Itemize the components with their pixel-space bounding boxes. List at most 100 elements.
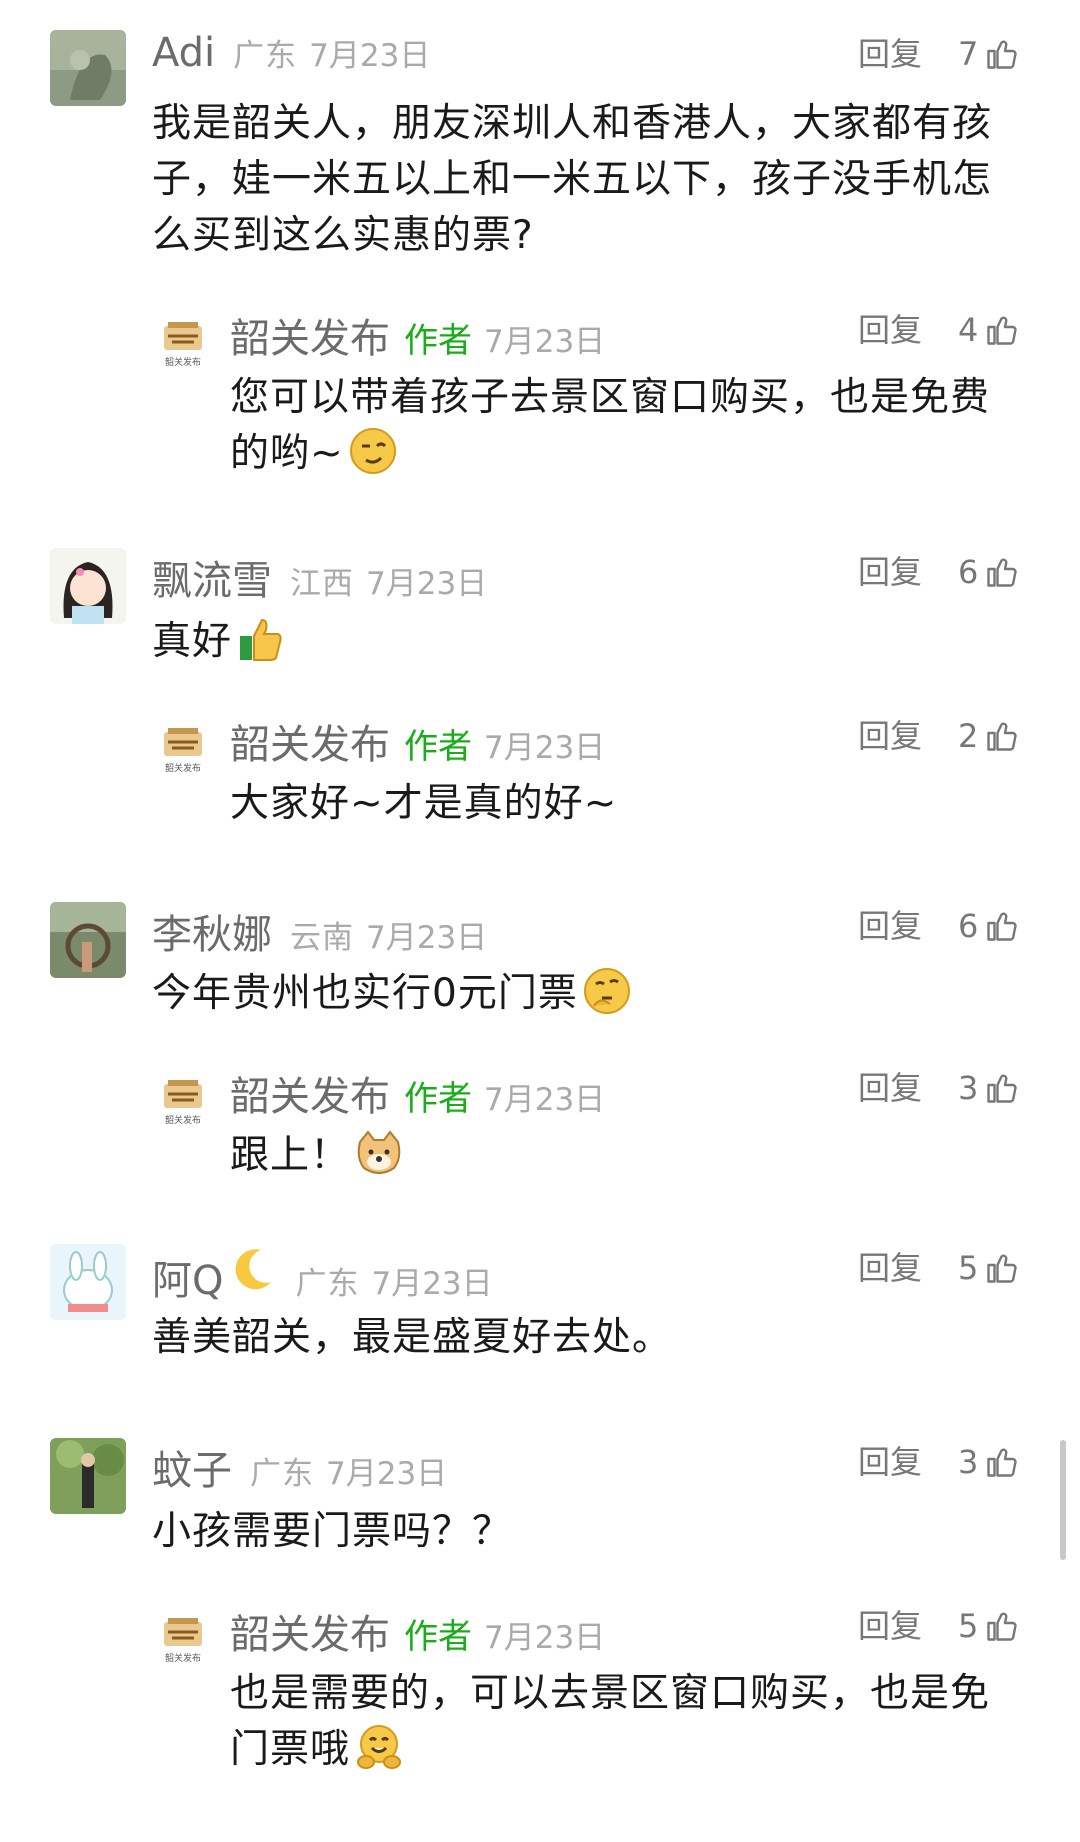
- thumbs-up-icon: [987, 316, 1017, 345]
- author-badge: 作者: [404, 727, 472, 767]
- thumbs-up-icon: [987, 1074, 1017, 1103]
- reply-line: 大家好~才是真的好~: [230, 781, 618, 826]
- like-button[interactable]: 6: [958, 904, 1020, 948]
- comment-text: 真好: [152, 614, 1032, 670]
- comment-date: 7月23日: [366, 920, 488, 956]
- thumbs-up-icon: [987, 1448, 1017, 1477]
- author-avatar[interactable]: 韶关发布: [158, 1076, 208, 1136]
- moon-emoji-icon: [227, 1244, 277, 1294]
- author-logo-caption: 韶关发布: [164, 1116, 201, 1126]
- comment-line: 小孩需要门票吗？？: [152, 1509, 513, 1554]
- like-count: 3: [958, 1069, 979, 1107]
- hug-emoji-icon: [354, 1722, 404, 1772]
- thumbs-up-icon: [987, 912, 1017, 941]
- reply-header: 韶关发布 作者 7月23日: [230, 306, 606, 362]
- thumbs-up-icon: [987, 1612, 1017, 1641]
- reply-text: 您可以带着孩子去景区窗口购买，也是免费 的哟~: [230, 370, 1030, 482]
- reply-date: 7月23日: [484, 1082, 606, 1118]
- reply-header: 韶关发布 作者 7月23日: [230, 1064, 606, 1120]
- wink-emoji-icon: [348, 426, 398, 476]
- shaoguan-logo-icon: [164, 1080, 202, 1108]
- author-badge: 作者: [404, 1079, 472, 1119]
- reply-date: 7月23日: [484, 1620, 606, 1656]
- comment-header: 阿Q 广东 7月23日: [152, 1244, 493, 1304]
- thumbs-up-emoji-icon: [236, 614, 286, 664]
- reply-button[interactable]: 回复: [858, 550, 922, 594]
- reply-button[interactable]: 回复: [858, 1246, 922, 1290]
- like-button[interactable]: 3: [958, 1440, 1020, 1484]
- avatar-liqiuna[interactable]: [50, 902, 126, 978]
- reply-line: 跟上！: [230, 1133, 351, 1178]
- reply-header: 韶关发布 作者 7月23日: [230, 1602, 606, 1658]
- comment-date: 7月23日: [371, 1266, 493, 1302]
- reply-date: 7月23日: [484, 730, 606, 766]
- reply-button[interactable]: 回复: [858, 714, 922, 758]
- reply-button[interactable]: 回复: [858, 1066, 922, 1110]
- reply-line: 门票哦: [230, 1727, 351, 1772]
- replier-name[interactable]: 韶关发布: [230, 1064, 390, 1122]
- avatar-piaoliuxue[interactable]: [50, 548, 126, 624]
- commenter-location: 云南: [290, 920, 354, 956]
- replier-name[interactable]: 韶关发布: [230, 306, 390, 364]
- comment-date: 7月23日: [309, 38, 431, 74]
- comment-line: 子，娃一米五以上和一米五以下，孩子没手机怎: [152, 157, 993, 202]
- like-count: 3: [958, 1443, 979, 1481]
- commenter-name[interactable]: Adi: [152, 30, 215, 76]
- like-count: 5: [958, 1607, 979, 1645]
- replier-name[interactable]: 韶关发布: [230, 712, 390, 770]
- commenter-location: 广东: [295, 1266, 360, 1302]
- like-button[interactable]: 5: [958, 1246, 1020, 1290]
- like-button[interactable]: 6: [958, 550, 1020, 594]
- reply-button[interactable]: 回复: [858, 32, 922, 76]
- comment-header: 蚊子 广东 7月23日: [152, 1438, 447, 1494]
- author-badge: 作者: [404, 321, 472, 361]
- commenter-name[interactable]: 蚊子: [152, 1438, 232, 1496]
- reply-button[interactable]: 回复: [858, 904, 922, 948]
- comment-text: 小孩需要门票吗？？: [152, 1504, 1032, 1560]
- reply-button[interactable]: 回复: [858, 1604, 922, 1648]
- avatar-aq[interactable]: [50, 1244, 126, 1320]
- commenter-location: 江西: [290, 566, 354, 602]
- reply-text: 也是需要的，可以去景区窗口购买，也是免 门票哦: [230, 1666, 1030, 1778]
- like-button[interactable]: 7: [958, 32, 1020, 76]
- comment-line: 真好: [152, 619, 233, 664]
- scrollbar[interactable]: [1060, 1440, 1066, 1560]
- reply-button[interactable]: 回复: [858, 1440, 922, 1484]
- commenter-name[interactable]: 阿Q: [152, 1248, 223, 1306]
- thumbs-up-icon: [987, 40, 1017, 69]
- author-avatar[interactable]: 韶关发布: [158, 724, 208, 784]
- comment-header: Adi 广东 7月23日: [152, 30, 430, 82]
- like-count: 6: [958, 553, 979, 591]
- avatar-adi[interactable]: [50, 30, 126, 106]
- replier-name[interactable]: 韶关发布: [230, 1602, 390, 1660]
- reply-text: 跟上！: [230, 1128, 1030, 1184]
- like-button[interactable]: 4: [958, 308, 1020, 352]
- thumbs-up-icon: [987, 558, 1017, 587]
- like-button[interactable]: 3: [958, 1066, 1020, 1110]
- commenter-name[interactable]: 飘流雪: [152, 548, 272, 606]
- author-badge: 作者: [404, 1617, 472, 1657]
- like-button[interactable]: 5: [958, 1604, 1020, 1648]
- reply-date: 7月23日: [484, 324, 606, 360]
- like-count: 6: [958, 907, 979, 945]
- author-logo-caption: 韶关发布: [164, 764, 201, 774]
- doge-emoji-icon: [354, 1128, 404, 1178]
- author-logo-caption: 韶关发布: [164, 358, 201, 368]
- author-avatar[interactable]: 韶关发布: [158, 1614, 208, 1674]
- like-count: 7: [958, 35, 979, 73]
- reply-line: 的哟~: [230, 431, 344, 476]
- author-logo-caption: 韶关发布: [164, 1654, 201, 1664]
- avatar-wenzi[interactable]: [50, 1438, 126, 1514]
- reply-line: 也是需要的，可以去景区窗口购买，也是免: [230, 1671, 991, 1716]
- like-count: 5: [958, 1249, 979, 1287]
- author-avatar[interactable]: 韶关发布: [158, 318, 208, 378]
- commenter-name[interactable]: 李秋娜: [152, 902, 272, 960]
- comment-text: 今年贵州也实行0元门票: [152, 966, 1032, 1022]
- like-button[interactable]: 2: [958, 714, 1020, 758]
- shaoguan-logo-icon: [164, 322, 202, 350]
- shaoguan-logo-icon: [164, 728, 202, 756]
- reply-button[interactable]: 回复: [858, 308, 922, 352]
- comment-line: 么买到这么实惠的票?: [152, 213, 534, 258]
- reply-line: 您可以带着孩子去景区窗口购买，也是免费: [230, 375, 991, 420]
- comment-line: 今年贵州也实行0元门票: [152, 971, 578, 1016]
